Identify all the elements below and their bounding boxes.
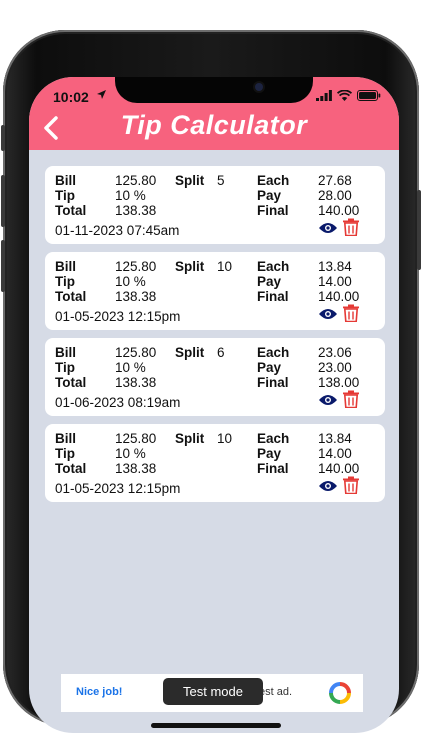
total-value: 138.38 [115, 375, 157, 390]
each-label: Each [257, 345, 290, 360]
pay-label: Pay [257, 446, 282, 461]
pay-value: 14.00 [318, 446, 352, 461]
signal-icon [316, 90, 332, 101]
status-time: 10:02 [53, 89, 89, 105]
history-list: Bill 125.80 Split 5 Each 27.68 Tip 10 % … [45, 166, 385, 510]
each-value: 13.84 [318, 431, 352, 446]
each-value: 13.84 [318, 259, 352, 274]
total-value: 138.38 [115, 203, 157, 218]
pay-value: 28.00 [318, 188, 352, 203]
each-label: Each [257, 259, 290, 274]
battery-icon [357, 90, 381, 101]
eye-icon[interactable] [318, 221, 338, 235]
split-label: Split [175, 259, 205, 274]
split-label: Split [175, 345, 205, 360]
volume-up-button [1, 175, 5, 227]
bill-value: 125.80 [115, 259, 157, 274]
ad-logo-icon[interactable] [329, 682, 351, 704]
total-value: 138.38 [115, 289, 157, 304]
tip-label: Tip [55, 360, 75, 375]
history-card[interactable]: Bill 125.80 Split 10 Each 13.84 Tip 10 %… [45, 252, 385, 330]
tip-label: Tip [55, 274, 75, 289]
ad-right-text: est ad. [259, 686, 293, 698]
home-indicator[interactable] [151, 723, 281, 728]
mute-switch [1, 125, 5, 151]
final-label: Final [257, 375, 289, 390]
tip-label: Tip [55, 446, 75, 461]
final-label: Final [257, 203, 289, 218]
record-datetime: 01-05-2023 12:15pm [55, 481, 181, 496]
split-label: Split [175, 431, 205, 446]
history-card[interactable]: Bill 125.80 Split 5 Each 27.68 Tip 10 % … [45, 166, 385, 244]
pay-label: Pay [257, 188, 282, 203]
final-value: 138.00 [318, 375, 360, 390]
total-label: Total [55, 461, 87, 476]
each-label: Each [257, 173, 290, 188]
bill-label: Bill [55, 345, 77, 360]
trash-icon[interactable] [342, 218, 360, 236]
split-value: 5 [217, 173, 225, 188]
wifi-icon [337, 90, 352, 101]
split-label: Split [175, 173, 205, 188]
tip-value: 10 % [115, 360, 146, 375]
total-label: Total [55, 289, 87, 304]
split-value: 10 [217, 259, 233, 274]
app-screen: 10:02 Tip Calculator Bill 125.80 Split 5… [29, 77, 399, 733]
eye-icon[interactable] [318, 479, 338, 493]
tip-value: 10 % [115, 188, 146, 203]
front-camera [255, 83, 263, 91]
each-value: 27.68 [318, 173, 352, 188]
tip-value: 10 % [115, 274, 146, 289]
record-datetime: 01-05-2023 12:15pm [55, 309, 181, 324]
tip-label: Tip [55, 188, 75, 203]
bill-label: Bill [55, 173, 77, 188]
trash-icon[interactable] [342, 390, 360, 408]
each-label: Each [257, 431, 290, 446]
pay-value: 23.00 [318, 360, 352, 375]
history-card[interactable]: Bill 125.80 Split 10 Each 13.84 Tip 10 %… [45, 424, 385, 502]
bill-label: Bill [55, 431, 77, 446]
record-datetime: 01-06-2023 08:19am [55, 395, 181, 410]
status-icons [316, 90, 381, 101]
record-datetime: 01-11-2023 07:45am [55, 223, 180, 238]
trash-icon[interactable] [342, 304, 360, 322]
bill-value: 125.80 [115, 431, 157, 446]
split-value: 10 [217, 431, 233, 446]
final-value: 140.00 [318, 203, 360, 218]
total-value: 138.38 [115, 461, 157, 476]
tip-value: 10 % [115, 446, 146, 461]
pay-label: Pay [257, 360, 282, 375]
pay-label: Pay [257, 274, 282, 289]
total-label: Total [55, 375, 87, 390]
bill-label: Bill [55, 259, 77, 274]
ad-left-text[interactable]: Nice job! [76, 686, 122, 698]
each-value: 23.06 [318, 345, 352, 360]
split-value: 6 [217, 345, 225, 360]
app-header: 10:02 Tip Calculator [29, 77, 399, 150]
final-value: 140.00 [318, 461, 360, 476]
location-arrow-icon [97, 90, 106, 99]
final-value: 140.00 [318, 289, 360, 304]
total-label: Total [55, 203, 87, 218]
bill-value: 125.80 [115, 345, 157, 360]
pay-value: 14.00 [318, 274, 352, 289]
eye-icon[interactable] [318, 393, 338, 407]
volume-down-button [1, 240, 5, 292]
bill-value: 125.80 [115, 173, 157, 188]
phone-frame: 10:02 Tip Calculator Bill 125.80 Split 5… [1, 30, 421, 733]
history-card[interactable]: Bill 125.80 Split 6 Each 23.06 Tip 10 % … [45, 338, 385, 416]
test-mode-toast: Test mode [163, 678, 263, 705]
notch [115, 77, 313, 103]
power-button [417, 190, 421, 270]
final-label: Final [257, 289, 289, 304]
trash-icon[interactable] [342, 476, 360, 494]
page-title: Tip Calculator [120, 110, 308, 140]
eye-icon[interactable] [318, 307, 338, 321]
final-label: Final [257, 461, 289, 476]
